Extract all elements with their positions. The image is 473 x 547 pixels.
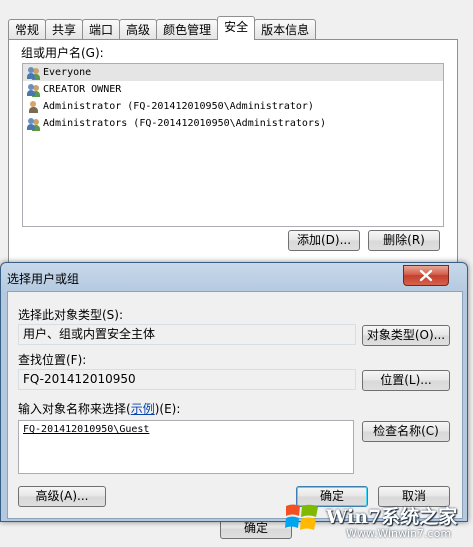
watermark-brand: Win7系统之家 [326, 506, 458, 528]
object-type-field: 用户、组或内置安全主体 [18, 324, 356, 345]
user-list-item-label: Administrator (FQ-201412010950\Administr… [43, 101, 314, 112]
examples-link[interactable]: 示例 [131, 402, 155, 416]
group-icon [27, 66, 41, 80]
user-list-item-label: Everyone [43, 67, 92, 78]
user-list-item[interactable]: Administrator (FQ-201412010950\Administr… [23, 98, 443, 115]
dialog-body: 选择此对象类型(S): 用户、组或内置安全主体 对象类型(O)... 查找位置(… [7, 291, 463, 519]
object-type-label: 选择此对象类型(S): [18, 308, 124, 322]
user-list-item[interactable]: CREATOR OWNER [23, 81, 443, 98]
location-field: FQ-201412010950 [18, 369, 356, 390]
user-list-item[interactable]: Everyone [23, 64, 443, 81]
remove-button[interactable]: 删除(R) [368, 230, 440, 251]
location-button[interactable]: 位置(L)... [362, 370, 450, 391]
windows-logo-icon [285, 504, 318, 530]
select-users-dialog: 选择用户或组 选择此对象类型(S): 用户、组或内置安全主体 对象类型(O)..… [0, 262, 468, 522]
user-icon [27, 100, 41, 114]
close-icon [419, 269, 433, 282]
tab-3[interactable]: 高级 [119, 19, 158, 40]
tab-6[interactable]: 版本信息 [254, 19, 317, 40]
add-button[interactable]: 添加(D)... [288, 230, 360, 251]
watermark-url: Www.Winwin7.com [346, 527, 452, 540]
object-types-button[interactable]: 对象类型(O)... [362, 325, 450, 346]
tab-5[interactable]: 安全 [217, 16, 256, 40]
tab-0[interactable]: 常规 [8, 19, 47, 40]
tab-1[interactable]: 共享 [45, 19, 84, 40]
location-label: 查找位置(F): [18, 353, 87, 367]
enter-names-label: 输入对象名称来选择(示例)(E): [18, 400, 180, 417]
group-or-user-label: 组或用户名(G): [21, 46, 104, 60]
user-list-item-label: CREATOR OWNER [43, 84, 122, 95]
watermark: Win7系统之家 Www.Winwin7.com [280, 494, 473, 547]
user-list-item[interactable]: Administrators (FQ-201412010950\Administ… [23, 115, 443, 132]
user-list[interactable]: Everyone CREATOR OWNER Administrator (FQ-2… [22, 63, 444, 227]
group-icon [27, 117, 41, 131]
tab-4[interactable]: 颜色管理 [156, 19, 219, 40]
tab-2[interactable]: 端口 [82, 19, 121, 40]
advanced-button[interactable]: 高级(A)... [18, 486, 106, 507]
tab-bar: 常规 共享 端口 高级 颜色管理 安全 版本信息 [8, 16, 317, 40]
group-icon [27, 83, 41, 97]
check-names-button[interactable]: 检查名称(C) [362, 421, 450, 442]
object-names-input[interactable]: FQ-201412010950\Guest [18, 420, 354, 474]
user-list-item-label: Administrators (FQ-201412010950\Administ… [43, 118, 326, 129]
enter-names-label-suffix: )(E): [154, 402, 181, 416]
close-button[interactable] [403, 265, 449, 286]
entered-object-name: FQ-201412010950\Guest [23, 424, 150, 435]
enter-names-label-prefix: 输入对象名称来选择( [18, 402, 131, 416]
dialog-title: 选择用户或组 [7, 272, 80, 286]
security-tab-panel: 组或用户名(G): Everyone CREATOR OWNER Administr… [8, 39, 458, 271]
